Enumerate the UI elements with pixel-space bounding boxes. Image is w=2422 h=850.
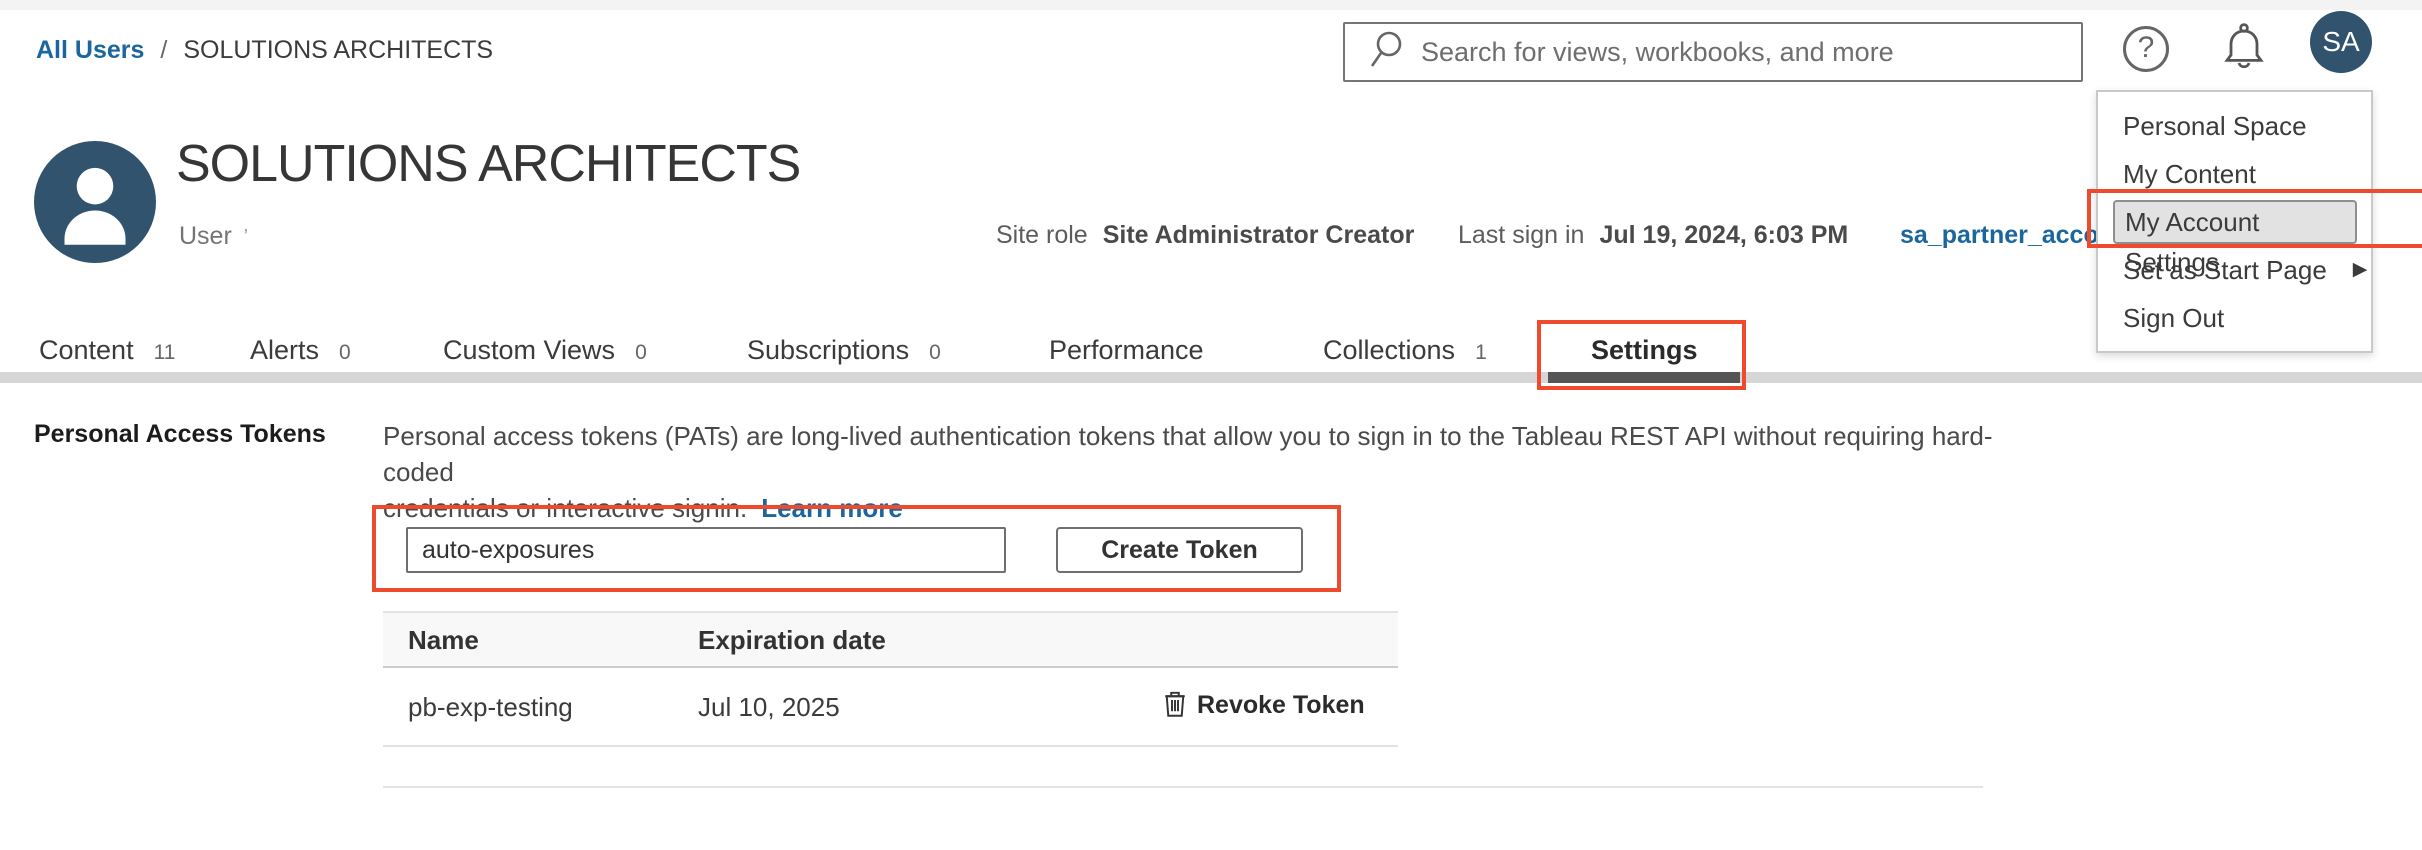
tab-performance[interactable]: Performance [1049,335,1204,366]
tab-count: 0 [929,341,941,365]
column-header-expiration: Expiration date [698,625,886,656]
token-row-name: pb-exp-testing [408,692,573,723]
site-role: Site role Site Administrator Creator [996,221,1414,250]
tab-subscriptions[interactable]: Subscriptions 0 [747,335,941,366]
bell-icon[interactable] [2218,20,2270,76]
tableau-user-settings-page: All Users / SOLUTIONS ARCHITECTS Search … [0,0,2422,850]
tab-alerts[interactable]: Alerts 0 [250,335,351,366]
profile-subtitle: User ʼ [179,222,248,251]
tab-divider-bar [0,372,2422,383]
last-sign-in-value: Jul 19, 2024, 6:03 PM [1599,221,1848,250]
menu-item-sign-out[interactable]: Sign Out [2098,294,2371,342]
tab-custom-views[interactable]: Custom Views 0 [443,335,647,366]
search-placeholder: Search for views, workbooks, and more [1421,37,1894,68]
tab-label: Subscriptions [747,335,909,366]
section-divider [383,786,1983,788]
search-icon [1365,28,1407,77]
tab-count: 0 [339,341,351,365]
revoke-token-label: Revoke Token [1197,691,1365,720]
tab-settings[interactable]: Settings [1591,335,1698,366]
pat-description-line2-wrap: credentials or interactive signin. Learn … [383,490,2003,526]
breadcrumb-current: SOLUTIONS ARCHITECTS [183,36,493,65]
tab-label: Collections [1323,335,1455,366]
column-header-name: Name [408,625,479,656]
last-sign-in-label: Last sign in [1458,221,1584,250]
create-token-button[interactable]: Create Token [1056,527,1303,573]
breadcrumb: All Users / SOLUTIONS ARCHITECTS [36,36,493,65]
site-role-label: Site role [996,221,1088,250]
menu-item-my-content[interactable]: My Content [2098,150,2371,198]
pat-description-line1: Personal access tokens (PATs) are long-l… [383,418,2003,490]
pat-description-line2: credentials or interactive signin. [383,493,747,523]
tab-label: Alerts [250,335,319,366]
profile-avatar [34,141,156,263]
tab-count: 11 [154,341,176,365]
account-username-link[interactable]: sa_partner_accou [1900,221,2114,250]
tab-label: Settings [1591,335,1698,366]
tab-count: 1 [1475,341,1487,365]
tab-label: Custom Views [443,335,615,366]
last-sign-in: Last sign in Jul 19, 2024, 6:03 PM [1458,221,1848,250]
revoke-token-button[interactable]: Revoke Token [1163,688,1365,723]
site-role-value: Site Administrator Creator [1103,221,1415,250]
menu-item-set-start-page[interactable]: Set as Start Page ▶ [2098,246,2371,294]
submenu-arrow-icon: ▶ [2353,246,2368,294]
profile-subtitle-label: User [179,222,232,250]
account-menu: Personal Space My Content My Account Set… [2096,90,2373,353]
tab-count: 0 [635,341,647,365]
top-strip [0,0,2422,10]
tab-content[interactable]: Content 11 [39,335,175,366]
help-icon[interactable]: ? [2123,26,2169,72]
menu-item-personal-space[interactable]: Personal Space [2098,102,2371,150]
profile-subtitle-mark: ʼ [244,227,248,249]
menu-item-label: Set as Start Page [2123,246,2327,294]
tab-collections[interactable]: Collections 1 [1323,335,1487,366]
page-title: SOLUTIONS ARCHITECTS [176,134,800,194]
token-table-header [383,611,1398,668]
pat-description: Personal access tokens (PATs) are long-l… [383,418,2003,526]
breadcrumb-all-users-link[interactable]: All Users [36,36,144,65]
tab-label: Performance [1049,335,1204,366]
user-avatar-button[interactable]: SA [2310,11,2372,73]
trash-icon [1163,688,1187,723]
token-row-expiration: Jul 10, 2025 [698,692,840,723]
breadcrumb-separator: / [160,36,167,65]
menu-item-my-account-settings[interactable]: My Account Settings [2113,200,2357,244]
tab-label: Content [39,335,134,366]
pat-section-heading: Personal Access Tokens [34,420,326,449]
learn-more-link[interactable]: Learn more [761,493,903,523]
token-name-input[interactable] [406,527,1006,573]
selected-tab-underline [1548,372,1740,383]
search-input[interactable]: Search for views, workbooks, and more [1343,22,2083,82]
table-row-border [383,745,1398,747]
